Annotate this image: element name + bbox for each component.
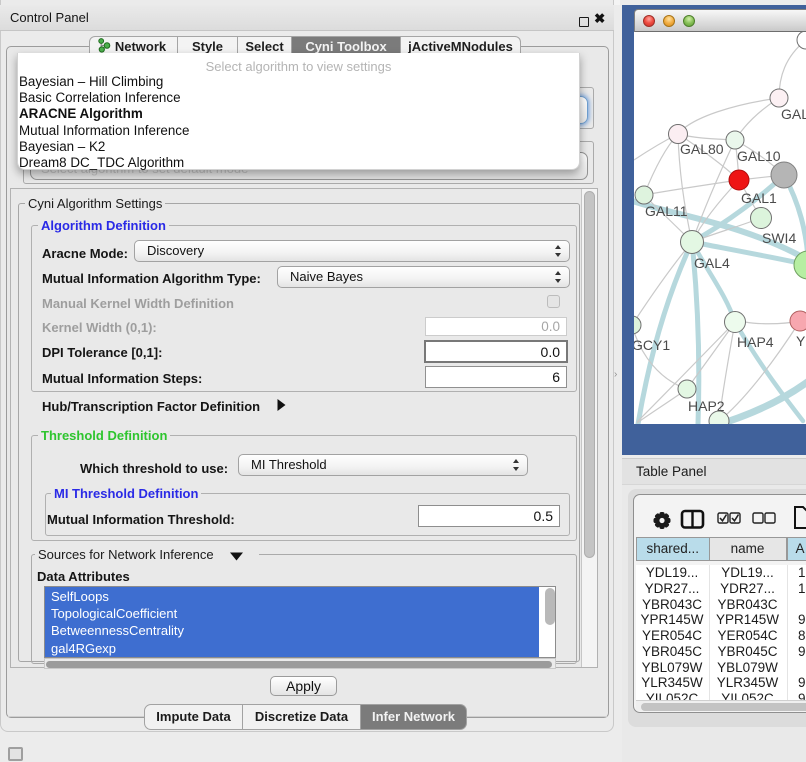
svg-text:GAL: GAL [781, 106, 806, 122]
svg-text:Y: Y [796, 333, 806, 349]
svg-text:GAL10: GAL10 [737, 148, 781, 164]
svg-text:GAL1: GAL1 [741, 190, 777, 206]
svg-text:GAL4: GAL4 [694, 255, 730, 271]
svg-text:GAL11: GAL11 [645, 203, 688, 219]
svg-text:GCY1: GCY1 [634, 337, 670, 353]
svg-text:HAP4: HAP4 [737, 334, 774, 350]
svg-text:GAL80: GAL80 [680, 141, 724, 157]
svg-text:HAP2: HAP2 [688, 398, 725, 414]
svg-text:SWI4: SWI4 [762, 230, 796, 246]
